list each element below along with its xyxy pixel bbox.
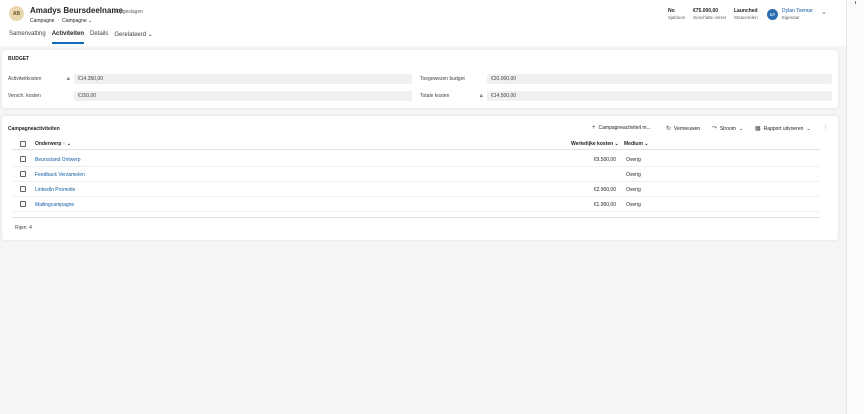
record-title: Amadys Beursdeelname [30, 6, 123, 15]
entity-name: Campagne [30, 18, 55, 24]
owner-field: Dylan Toemar Eigenaar [782, 8, 813, 20]
column-medium-label: Medium [624, 141, 643, 147]
subject-link[interactable]: Beursstand Ontwerp [35, 157, 81, 163]
header-field-status-reason: Launched Statusreden [734, 8, 758, 20]
chevron-down-icon: ⌄ [806, 125, 811, 132]
flow-button-label: Stroom [719, 125, 736, 132]
column-actual-cost[interactable]: Werkelijke kosten ⌄ [571, 141, 619, 147]
chevron-down-icon: ⌄ [614, 141, 619, 147]
row-checkbox[interactable] [20, 156, 26, 162]
header-field-label: Statusreden [734, 15, 758, 20]
misc-costs-field[interactable]: €150,00 [74, 91, 412, 101]
record-page: AB Amadys Beursdeelname - Opgeslagen Cam… [0, 0, 846, 414]
owner-avatar: DT [767, 9, 778, 20]
activity-costs-field[interactable]: €14.350,00 [74, 74, 412, 84]
row-checkbox[interactable] [20, 186, 26, 192]
tab-activities[interactable]: Activiteiten [51, 31, 88, 44]
medium-cell: Overig [626, 187, 641, 193]
table-row[interactable]: Mailingcampagne €1.950,00 Overig [12, 197, 820, 212]
record-avatar: AB [9, 6, 24, 21]
header-field-value: No [668, 8, 675, 14]
actual-cost-cell: €2.900,00 [593, 187, 616, 193]
row-checkbox[interactable] [20, 201, 26, 207]
allocated-budget-label: Toegewezen budget [420, 76, 465, 82]
header-field-label: Geschatte omzet [693, 15, 727, 20]
row-count: Rijen: 4 [15, 225, 32, 231]
chevron-down-icon: ⌄ [147, 32, 153, 38]
sort-ascending-icon: ↑ [62, 141, 66, 147]
vertical-scrollbar[interactable] [846, 0, 864, 414]
header-field-value: €75.000,00 [693, 8, 719, 14]
owner-label: Eigenaar [782, 15, 800, 20]
allocated-budget-field[interactable]: €20.000,00 [487, 74, 832, 84]
flow-icon: ⤳ [712, 125, 717, 131]
plus-icon: + [592, 125, 596, 131]
header-field-estimated-revenue: €75.000,00 Geschatte omzet [693, 8, 726, 20]
column-actual-cost-label: Werkelijke kosten [571, 141, 614, 147]
tab-related[interactable]: Gerelateerd ⌄ [114, 31, 156, 41]
medium-cell: Overig [626, 172, 641, 178]
owner-name-link[interactable]: Dylan Toemar [782, 8, 813, 14]
budget-section: BUDGET Activiteitkosten 🔒︎ €14.350,00 Ve… [2, 50, 838, 108]
subject-link[interactable]: LinkedIn Promotie [35, 187, 75, 193]
scrollbar-thumb[interactable] [855, 1, 856, 4]
column-subject-label: Onderwerp [35, 141, 62, 147]
new-campaign-activity-button[interactable]: + Campagneactiviteit m... [592, 125, 651, 131]
report-icon: ▦ [755, 126, 761, 132]
form-selector[interactable]: Campagne ⌄ [62, 18, 92, 24]
run-report-button-label: Rapport uitvoeren [763, 125, 804, 132]
tab-summary[interactable]: Samenvatting [9, 31, 50, 41]
subgrid-title: Campagneactiviteiten [8, 126, 60, 132]
record-header: AB Amadys Beursdeelname - Opgeslagen Cam… [0, 0, 846, 46]
record-entity-line: Campagne · Campagne ⌄ [30, 18, 92, 24]
actual-cost-cell: €9.500,00 [593, 157, 616, 163]
new-button-label: Campagneactiviteit m... [598, 125, 651, 131]
medium-cell: Overig [626, 202, 641, 208]
more-icon[interactable]: ⋮ [823, 125, 828, 131]
total-costs-label: Totale kosten [420, 93, 450, 99]
actual-cost-cell: €1.950,00 [593, 202, 616, 208]
subject-link[interactable]: Mailingcampagne [35, 202, 74, 208]
horizontal-scrollbar[interactable] [12, 217, 820, 218]
refresh-button[interactable]: ↻ Vernieuwen [666, 125, 701, 133]
chevron-down-icon: ⌄ [88, 18, 93, 24]
chevron-down-icon: ⌄ [644, 141, 649, 147]
subject-link[interactable]: Feedback Verzamelen [35, 172, 85, 178]
column-medium[interactable]: Medium ⌄ [624, 141, 648, 147]
tab-list: Samenvatting Activiteiten Details Gerela… [9, 31, 159, 44]
grid-header-row: Onderwerp ↑ ⌄ Werkelijke kosten ⌄ Medium… [12, 138, 820, 150]
separator: · [57, 18, 60, 24]
header-field-template: No Sjabloon [668, 8, 685, 20]
table-row[interactable]: LinkedIn Promotie €2.900,00 Overig [12, 182, 820, 197]
tab-details[interactable]: Details [90, 31, 112, 41]
table-row[interactable]: Feedback Verzamelen Overig [12, 167, 820, 182]
header-field-label: Sjabloon [668, 15, 686, 20]
refresh-icon: ↻ [666, 126, 672, 132]
activity-costs-label: Activiteitkosten [8, 76, 42, 82]
lock-icon: 🔒︎ [480, 93, 483, 99]
save-status: - Opgeslagen [113, 9, 144, 15]
refresh-button-label: Vernieuwen [674, 125, 701, 132]
tab-related-label: Gerelateerd [114, 32, 147, 38]
lock-icon: 🔒︎ [67, 76, 70, 82]
chevron-down-icon: ⌄ [738, 125, 744, 132]
medium-cell: Overig [626, 157, 641, 163]
select-all-checkbox[interactable] [20, 141, 26, 147]
chevron-down-icon: ⌄ [66, 141, 71, 147]
misc-costs-label: Versch. kosten [8, 93, 41, 99]
row-checkbox[interactable] [20, 171, 26, 177]
budget-section-title: BUDGET [8, 56, 30, 62]
total-costs-field[interactable]: €14.500,00 [487, 91, 832, 101]
column-subject[interactable]: Onderwerp ↑ ⌄ [35, 141, 71, 147]
header-field-value: Launched [734, 8, 758, 14]
run-report-button[interactable]: ▦ Rapport uitvoeren ⌄ [755, 125, 811, 133]
form-name: Campagne [62, 18, 87, 24]
table-row[interactable]: Beursstand Ontwerp €9.500,00 Overig [12, 152, 820, 167]
flow-button[interactable]: ⤳ Stroom ⌄ [712, 125, 743, 132]
header-expand-chevron-icon[interactable]: ⌄ [821, 8, 827, 16]
